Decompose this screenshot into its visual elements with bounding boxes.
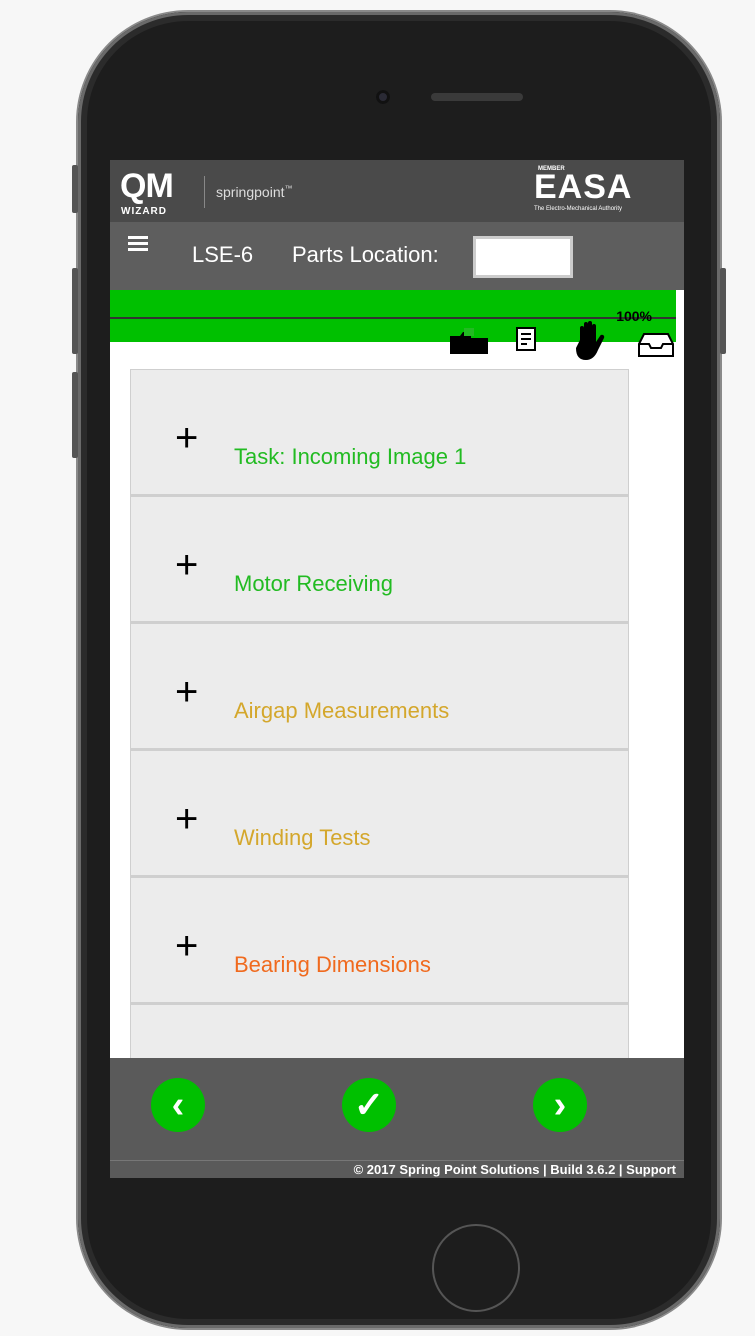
progress-line bbox=[110, 317, 676, 319]
task-item-incoming-image[interactable]: + Task: Incoming Image 1 bbox=[130, 369, 629, 496]
expand-icon[interactable]: + bbox=[175, 672, 198, 712]
inbox-icon[interactable] bbox=[636, 330, 676, 365]
folder-icon[interactable] bbox=[448, 326, 490, 361]
next-button[interactable]: › bbox=[533, 1078, 587, 1132]
parts-location-label: Parts Location: bbox=[292, 242, 439, 267]
camera bbox=[376, 90, 390, 104]
volume-down-button bbox=[72, 372, 78, 458]
footer: © 2017 Spring Point Solutions | Build 3.… bbox=[110, 1160, 684, 1178]
nav-bar: LSE-6 Parts Location: bbox=[110, 222, 684, 290]
home-button[interactable] bbox=[432, 1224, 520, 1312]
document-icon[interactable] bbox=[514, 326, 540, 359]
task-item-airgap-measurements[interactable]: + Airgap Measurements bbox=[130, 623, 629, 750]
expand-icon[interactable]: + bbox=[175, 799, 198, 839]
task-label: Bearing Dimensions bbox=[234, 952, 431, 977]
springpoint-logo: springpoint™ bbox=[216, 184, 293, 200]
trademark: ™ bbox=[284, 184, 293, 193]
action-bar: ‹ ✓ › bbox=[110, 1058, 684, 1160]
task-item-motor-receiving[interactable]: + Motor Receiving bbox=[130, 496, 629, 623]
expand-icon[interactable]: + bbox=[175, 545, 198, 585]
logo-divider bbox=[204, 176, 205, 208]
header-bar: QM WIZARD springpoint™ MEMBER EASA The E… bbox=[110, 160, 684, 222]
easa-logo: EASA bbox=[534, 168, 633, 206]
task-item-bearing-dimensions[interactable]: + Bearing Dimensions bbox=[130, 877, 629, 1004]
wizard-logo-text: WIZARD bbox=[121, 206, 167, 217]
task-item-winding-tests[interactable]: + Winding Tests bbox=[130, 750, 629, 877]
expand-icon[interactable]: + bbox=[175, 418, 198, 458]
task-list: + Task: Incoming Image 1 + Motor Receivi… bbox=[130, 369, 629, 1131]
springpoint-text: springpoint bbox=[216, 184, 285, 200]
task-label: Task: Incoming Image 1 bbox=[234, 444, 467, 469]
app-screen: QM WIZARD springpoint™ MEMBER EASA The E… bbox=[110, 160, 684, 1178]
task-label: Winding Tests bbox=[234, 825, 371, 850]
previous-button[interactable]: ‹ bbox=[151, 1078, 205, 1132]
expand-icon[interactable]: + bbox=[175, 926, 198, 966]
task-label: Motor Receiving bbox=[234, 571, 393, 596]
parts-location-input[interactable] bbox=[473, 236, 573, 278]
volume-up-button bbox=[72, 268, 78, 354]
hand-stop-icon[interactable] bbox=[572, 320, 610, 369]
easa-tagline: The Electro-Mechanical Authority bbox=[534, 206, 623, 212]
speaker bbox=[431, 93, 523, 101]
progress-percent: 100% bbox=[616, 308, 652, 324]
complete-button[interactable]: ✓ bbox=[342, 1078, 396, 1132]
job-number: LSE-6 bbox=[192, 242, 254, 267]
mute-switch bbox=[72, 165, 78, 213]
footer-text[interactable]: © 2017 Spring Point Solutions | Build 3.… bbox=[354, 1162, 676, 1177]
task-label: Airgap Measurements bbox=[234, 698, 450, 723]
menu-icon[interactable] bbox=[128, 236, 148, 251]
power-button bbox=[720, 268, 726, 354]
qm-logo: QM bbox=[120, 167, 174, 205]
